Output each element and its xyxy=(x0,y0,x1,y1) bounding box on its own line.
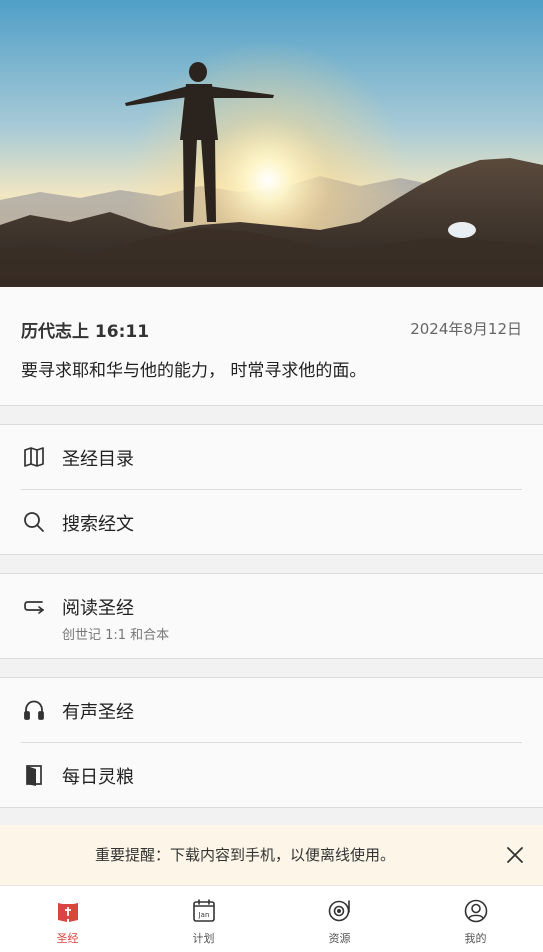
tab-bible-label: 圣经 xyxy=(56,932,79,945)
tab-resources-label: 资源 xyxy=(328,932,351,945)
audio-bible-item[interactable]: 有声圣经 xyxy=(0,678,543,742)
offline-notice-banner: 重要提醒：下载内容到手机，以便离线使用。 xyxy=(0,825,543,885)
search-verses-item[interactable]: 搜索经文 xyxy=(0,490,543,554)
headphones-icon xyxy=(22,698,46,722)
daily-verse-card[interactable]: 历代志上 16:11 2024年8月12日 要寻求耶和华与他的能力， 时常寻求他… xyxy=(0,287,543,406)
daily-bread-item[interactable]: 每日灵粮 xyxy=(0,743,543,807)
calendar-icon-text: Jan xyxy=(198,911,210,919)
tab-profile-label: 我的 xyxy=(464,932,487,945)
offline-notice-text: 重要提醒：下载内容到手机，以便离线使用。 xyxy=(95,846,396,864)
bottom-tab-bar: 圣经 Jan 计划 资源 我的 xyxy=(0,885,543,952)
search-icon xyxy=(22,510,46,534)
menu-group-reading: 阅读圣经 创世记 1:1 和合本 xyxy=(0,573,543,659)
verse-text: 要寻求耶和华与他的能力， 时常寻求他的面。 xyxy=(21,361,367,381)
tab-bible[interactable]: 圣经 xyxy=(0,886,135,952)
book-open-icon xyxy=(22,445,46,469)
return-arrow-icon xyxy=(22,594,46,618)
tab-plans[interactable]: Jan 计划 xyxy=(136,886,271,952)
menu-group-bible: 圣经目录 搜索经文 xyxy=(0,424,543,555)
door-icon xyxy=(22,763,46,787)
record-icon xyxy=(327,898,353,924)
menu-group-audio: 有声圣经 每日灵粮 xyxy=(0,677,543,808)
tab-profile[interactable]: 我的 xyxy=(408,886,543,952)
daily-bread-label: 每日灵粮 xyxy=(62,767,134,788)
search-verses-label: 搜索经文 xyxy=(62,514,134,535)
audio-bible-label: 有声圣经 xyxy=(62,702,134,723)
tab-plans-label: 计划 xyxy=(192,932,215,945)
bible-icon xyxy=(55,898,81,924)
tab-resources[interactable]: 资源 xyxy=(272,886,407,952)
calendar-icon: Jan xyxy=(191,898,217,924)
read-bible-item[interactable]: 阅读圣经 创世记 1:1 和合本 xyxy=(0,574,543,658)
verse-date: 2024年8月12日 xyxy=(410,320,522,338)
bible-contents-item[interactable]: 圣经目录 xyxy=(0,425,543,489)
read-bible-label: 阅读圣经 xyxy=(62,598,134,619)
bible-contents-label: 圣经目录 xyxy=(62,449,134,470)
profile-icon xyxy=(463,898,489,924)
read-bible-progress: 创世记 1:1 和合本 xyxy=(62,628,170,643)
verse-reference: 历代志上 16:11 xyxy=(21,322,150,342)
close-icon[interactable] xyxy=(503,843,527,867)
hero-image xyxy=(0,0,543,287)
